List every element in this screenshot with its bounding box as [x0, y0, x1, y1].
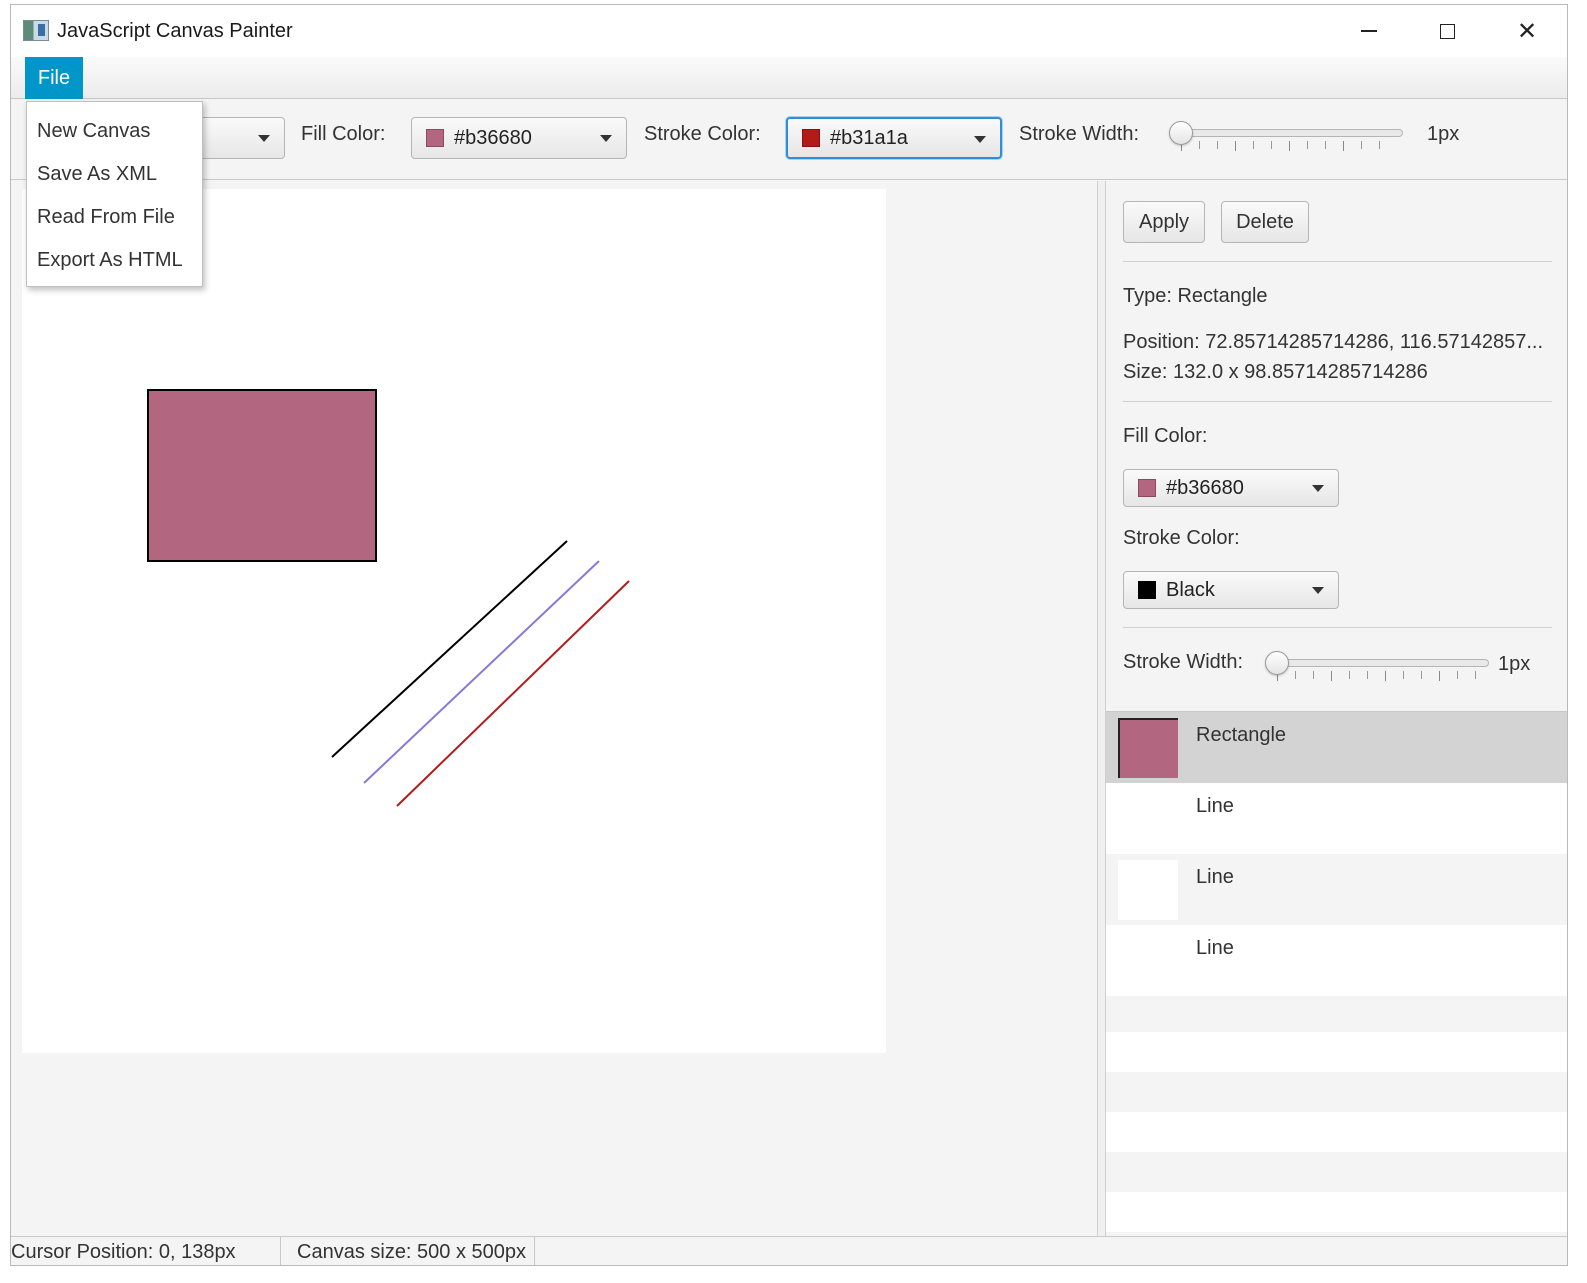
slider-major-ticks [1181, 141, 1393, 151]
stroke-width-slider[interactable] [1169, 121, 1403, 151]
panel-stroke-width-slider[interactable] [1265, 651, 1489, 681]
menu-item-new-canvas[interactable]: New Canvas [27, 110, 202, 153]
menu-item-export-as-html[interactable]: Export As HTML [27, 239, 202, 282]
fill-color-swatch [1138, 479, 1156, 497]
delete-button[interactable]: Delete [1221, 201, 1309, 243]
slider-thumb[interactable] [1265, 651, 1289, 675]
fill-color-label: Fill Color: [301, 123, 386, 145]
shape-type-text: Type: Rectangle [1123, 285, 1268, 307]
shape-list-item[interactable]: Line [1106, 783, 1567, 854]
app-icon [23, 20, 49, 41]
panel-stroke-width-value: 1px [1498, 653, 1531, 675]
shape-thumbnail [1118, 931, 1178, 991]
stroke-color-swatch [1138, 581, 1156, 599]
canvas-line[interactable] [363, 560, 600, 784]
divider [1123, 261, 1552, 262]
slider-track [1267, 659, 1489, 667]
panel-fill-color-picker[interactable]: #b36680 [1123, 469, 1339, 507]
shape-list-item[interactable]: Line [1106, 854, 1567, 925]
shape-list-label: Line [1196, 937, 1234, 959]
maximize-button[interactable] [1419, 13, 1475, 49]
fill-color-swatch [426, 129, 444, 147]
chevron-down-icon [974, 136, 986, 143]
chevron-down-icon [1312, 587, 1324, 594]
shape-thumbnail [1118, 718, 1178, 778]
slider-thumb[interactable] [1169, 121, 1193, 145]
status-bar: Cursor Position: 0, 138px Canvas size: 5… [11, 1236, 1567, 1265]
divider [1123, 627, 1552, 628]
menu-item-read-from-file[interactable]: Read From File [27, 196, 202, 239]
split-pane-divider[interactable] [1097, 181, 1106, 1236]
window-title: JavaScript Canvas Painter [57, 20, 293, 42]
panel-stroke-width-label: Stroke Width: [1123, 651, 1244, 673]
panel-stroke-color-label: Stroke Color: [1123, 527, 1240, 549]
fill-color-value: #b36680 [454, 126, 532, 149]
stroke-color-value: #b31a1a [830, 126, 908, 149]
maximize-icon [1439, 23, 1455, 39]
chevron-down-icon [258, 135, 270, 142]
divider [1123, 401, 1552, 402]
menu-bar: File [11, 57, 1567, 99]
file-menu-dropdown: New Canvas Save As XML Read From File Ex… [26, 101, 203, 287]
shape-list: Rectangle Line Line Line [1106, 711, 1567, 1236]
canvas-rectangle[interactable] [147, 389, 377, 562]
shape-position-text: Position: 72.85714285714286, 116.5714285… [1123, 331, 1543, 353]
slider-track [1171, 129, 1403, 137]
menu-item-save-as-xml[interactable]: Save As XML [27, 153, 202, 196]
panel-stroke-color-picker[interactable]: Black [1123, 571, 1339, 609]
canvas-area [11, 181, 1097, 1236]
cursor-position-status: Cursor Position: 0, 138px [11, 1237, 281, 1265]
shape-list-label: Rectangle [1196, 724, 1287, 746]
title-bar: JavaScript Canvas Painter ✕ [11, 5, 1567, 57]
panel-stroke-color-value: Black [1166, 578, 1215, 601]
toolbar: Fill Color: #b36680 Stroke Color: #b31a1… [11, 100, 1567, 180]
drawing-canvas[interactable] [22, 189, 886, 1053]
shape-size-text: Size: 132.0 x 98.85714285714286 [1123, 361, 1428, 383]
stroke-width-label: Stroke Width: [1019, 123, 1140, 145]
shape-list-item[interactable]: Line [1106, 925, 1567, 996]
chevron-down-icon [600, 135, 612, 142]
canvas-line[interactable] [331, 540, 568, 758]
properties-panel: Apply Delete Type: Rectangle Position: 7… [1106, 181, 1567, 1236]
apply-button[interactable]: Apply [1123, 201, 1205, 243]
chevron-down-icon [1312, 485, 1324, 492]
shape-list-label: Line [1196, 866, 1234, 888]
shape-list-item[interactable]: Rectangle [1106, 712, 1567, 783]
close-button[interactable]: ✕ [1499, 13, 1555, 49]
panel-fill-color-value: #b36680 [1166, 476, 1244, 499]
minimize-icon [1361, 30, 1377, 32]
stroke-color-picker[interactable]: #b31a1a [786, 117, 1002, 159]
shape-thumbnail [1118, 860, 1178, 920]
menu-file[interactable]: File [25, 57, 83, 99]
slider-major-ticks [1277, 671, 1479, 681]
minimize-button[interactable] [1341, 13, 1397, 49]
fill-color-picker[interactable]: #b36680 [411, 117, 627, 159]
stroke-width-value: 1px [1427, 123, 1460, 145]
canvas-line[interactable] [396, 580, 630, 807]
shape-list-label: Line [1196, 795, 1234, 817]
canvas-shapes [147, 389, 630, 807]
panel-fill-color-label: Fill Color: [1123, 425, 1208, 447]
close-icon: ✕ [1516, 17, 1538, 45]
app-window: JavaScript Canvas Painter ✕ File Fill Co… [10, 4, 1568, 1266]
shape-thumbnail [1118, 789, 1178, 849]
stroke-color-swatch [802, 129, 820, 147]
stroke-color-label: Stroke Color: [644, 123, 761, 145]
canvas-size-status: Canvas size: 500 x 500px [281, 1237, 535, 1265]
